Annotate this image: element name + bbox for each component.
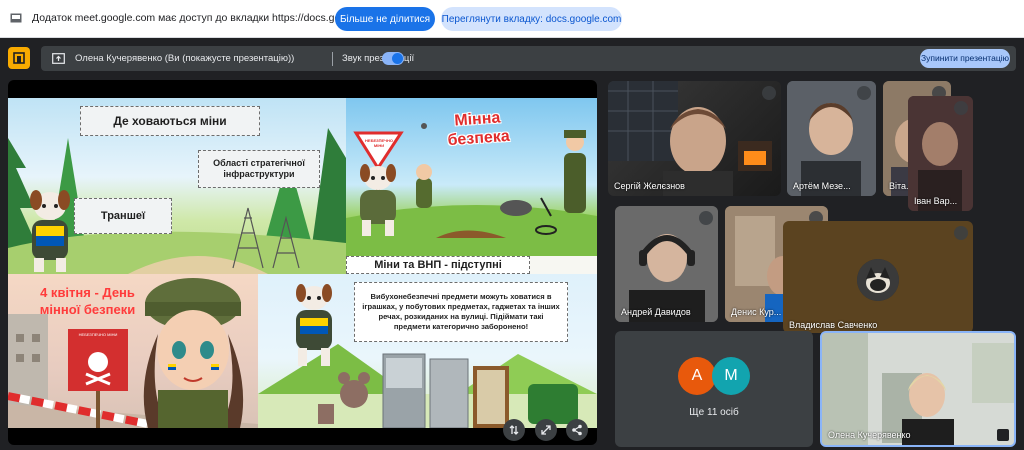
dog-illustration — [30, 190, 70, 272]
fullscreen-button[interactable] — [535, 419, 557, 441]
toggle-knob — [392, 53, 403, 64]
participant-video — [608, 81, 772, 196]
participant-name: Сергій Желєзнов — [614, 181, 685, 191]
participant-tile[interactable]: Іван Вар... — [908, 96, 973, 211]
divider — [332, 52, 333, 66]
mic-off-icon — [954, 101, 968, 115]
screen-share-bar: Додаток meet.google.com має доступ до вк… — [0, 0, 1024, 38]
share-button[interactable] — [566, 419, 588, 441]
presenter-label: Олена Кучерявенко (Ви (покажусте презент… — [75, 53, 295, 64]
stop-sharing-button[interactable]: Більше не ділитися — [335, 7, 435, 31]
participant-tile[interactable]: Сергій Желєзнов — [608, 81, 781, 196]
danger-sign-text: НЕБЕЗПЕЧНО МІНИ — [365, 138, 393, 148]
stop-presentation-button[interactable]: Зупинити презентацію — [920, 49, 1010, 68]
view-tab-button[interactable]: Переглянути вкладку: docs.google.com — [441, 7, 622, 31]
participant-name: Владислав Савченко — [789, 320, 878, 330]
heading-insidious: Міни та ВНП - підступні — [346, 256, 530, 274]
slide-panel-where-mines: Де ховаються міни Області стратегічної і… — [8, 98, 346, 274]
avatar-image — [857, 259, 899, 301]
avatar — [857, 259, 899, 301]
pip-icon[interactable] — [997, 429, 1009, 441]
participant-name: Денис Кур... — [731, 307, 782, 317]
screen-share-icon — [10, 13, 22, 23]
participant-name: Артём Мезе... — [793, 181, 851, 191]
meet-top-bar: Олена Кучерявенко (Ви (покажусте презент… — [0, 38, 1024, 78]
mine-safety-title: Мінна безпека — [427, 107, 529, 152]
participant-tile[interactable]: Артём Мезе... — [787, 81, 876, 196]
warning-sign-text: НЕБЕЗПЕЧНО МІНИ — [78, 332, 118, 337]
slide-heading-strip: Міни та ВНП - підступні — [346, 256, 597, 274]
share-icon — [572, 424, 582, 436]
share-message: Додаток meet.google.com має доступ до вк… — [32, 12, 383, 24]
mine-safety-day-line2: мінної безпеки — [39, 302, 136, 317]
activity-icon[interactable] — [8, 47, 30, 69]
others-tile[interactable]: A M Ще 11 осіб — [615, 331, 813, 447]
dog-illustration — [360, 164, 396, 236]
reframe-button[interactable] — [503, 419, 525, 441]
presentation-sound-toggle[interactable] — [382, 52, 404, 65]
mic-off-icon — [762, 86, 776, 100]
participant-name: Андрей Давидов — [621, 307, 691, 317]
mic-off-icon — [857, 86, 871, 100]
warning-text-box: Вибухонебезпечні предмети можуть ховатис… — [354, 282, 568, 342]
slide-panel-warning: Вибухонебезпечні предмети можуть ховатис… — [258, 274, 597, 428]
participant-tile[interactable]: Владислав Савченко — [783, 221, 973, 333]
dog-illustration — [296, 284, 332, 366]
slide: Де ховаються міни Області стратегічної і… — [8, 98, 597, 428]
participant-name: Олена Кучерявенко — [828, 430, 911, 440]
slide-panel-mine-safety: Мінна безпека НЕБЕЗПЕЧНО МІНИ — [346, 98, 597, 256]
participant-video — [822, 333, 1014, 445]
box-infrastructure: Області стратегічної інфраструктури — [198, 150, 320, 188]
mine-safety-day-title: 4 квітня - День мінної безпеки — [20, 284, 155, 318]
self-tile[interactable]: Олена Кучерявенко — [820, 331, 1016, 447]
box-where-mines: Де ховаються міни — [80, 106, 260, 136]
present-screen-icon — [52, 53, 65, 64]
more-participants-label: Ще 11 осіб — [689, 407, 739, 418]
participant-name: Іван Вар... — [914, 196, 958, 206]
participant-tile[interactable]: Андрей Давидов — [615, 206, 718, 322]
presentation-bar: Олена Кучерявенко (Ви (покажусте презент… — [41, 46, 1016, 71]
presentation-stage: Де ховаються міни Області стратегічної і… — [8, 80, 597, 445]
box-trenches: Траншеї — [74, 198, 172, 234]
swap-vertical-icon — [509, 425, 519, 435]
mic-off-icon — [699, 211, 713, 225]
mic-off-icon — [954, 226, 968, 240]
expand-icon — [541, 425, 551, 435]
mine-safety-day-line1: 4 квітня - День — [40, 285, 135, 300]
avatar-a: A — [678, 357, 716, 395]
slide-panel-mine-safety-day: 4 квітня - День мінної безпеки НЕБЕЗПЕЧН… — [8, 274, 258, 428]
avatar-m: M — [712, 357, 750, 395]
